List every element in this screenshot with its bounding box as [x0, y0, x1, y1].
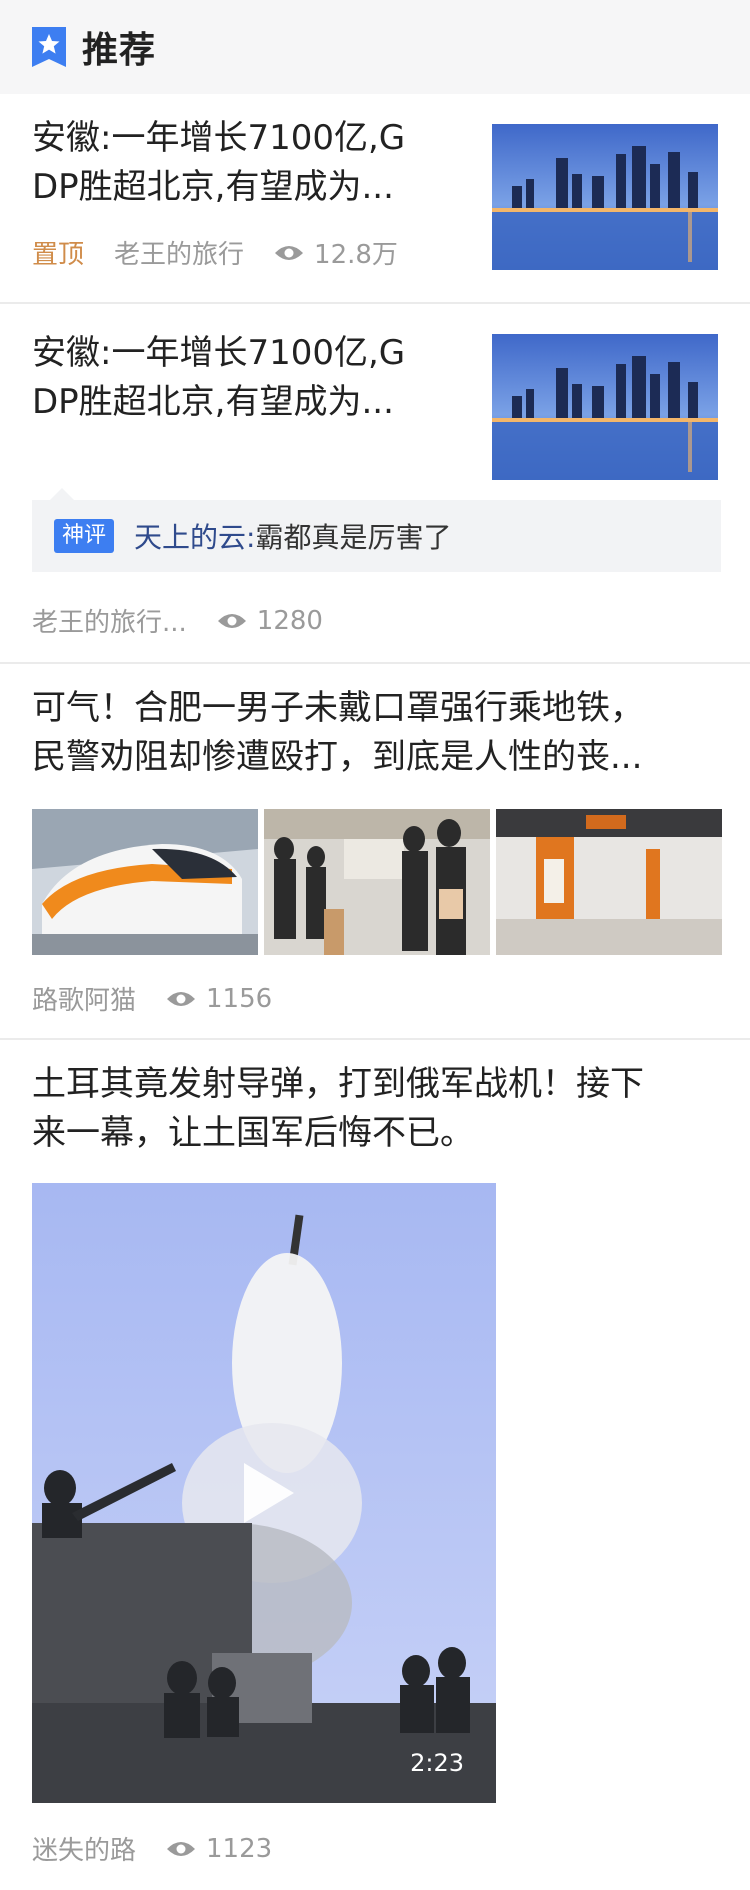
comment-user[interactable]: 天上的云:: [134, 516, 255, 556]
article-card[interactable]: 可气！合肥一男子未戴口罩强行乘地铁， 民警劝阻却惨遭殴打，到底是人性的丧...: [0, 664, 750, 1040]
author-name[interactable]: 老王的旅行...: [32, 602, 187, 639]
hot-comment[interactable]: 神评 天上的云: 霸都真是厉害了: [32, 488, 721, 572]
article-meta: 老王的旅行... 1280: [32, 602, 323, 639]
article-thumbnail[interactable]: [492, 334, 718, 480]
play-icon[interactable]: [244, 1463, 294, 1523]
star-bookmark-icon: [32, 27, 66, 67]
section-header: 推荐: [0, 0, 750, 94]
hot-comment-badge: 神评: [54, 519, 115, 553]
section-title: 推荐: [82, 30, 157, 71]
article-image[interactable]: [32, 809, 258, 955]
article-image[interactable]: [264, 809, 490, 955]
view-count: 1280: [256, 605, 323, 636]
article-thumbnail[interactable]: [492, 124, 718, 270]
eye-icon: [275, 245, 304, 260]
author-name[interactable]: 老王的旅行: [114, 234, 244, 271]
article-image-row: [32, 809, 722, 955]
article-title[interactable]: 安徽:一年增长7100亿,G DP胜超北京,有望成为...: [32, 114, 452, 212]
comment-text: 霸都真是厉害了: [255, 521, 452, 554]
article-meta: 迷失的路 1123: [32, 1830, 272, 1867]
video-duration: 2:23: [410, 1749, 464, 1777]
article-card[interactable]: 安徽:一年增长7100亿,G DP胜超北京,有望成为... 神评 天上的云: 霸…: [0, 304, 750, 664]
pinned-label: 置顶: [32, 240, 85, 270]
article-title[interactable]: 可气！合肥一男子未戴口罩强行乘地铁， 民警劝阻却惨遭殴打，到底是人性的丧...: [32, 684, 722, 782]
article-image[interactable]: [496, 809, 722, 955]
author-name[interactable]: 迷失的路: [32, 1830, 136, 1867]
article-card[interactable]: 安徽:一年增长7100亿,G DP胜超北京,有望成为... 置顶 老王的旅行 1…: [0, 94, 750, 304]
view-count: 1156: [206, 983, 273, 1014]
view-count: 12.8万: [314, 240, 398, 270]
eye-icon: [217, 613, 246, 628]
article-title[interactable]: 安徽:一年增长7100亿,G DP胜超北京,有望成为...: [32, 329, 452, 427]
author-name[interactable]: 路歌阿猫: [32, 980, 136, 1017]
article-card[interactable]: 土耳其竟发射导弹，打到俄军战机！接下 来一幕，让土国军后悔不已。 2:23 迷失…: [0, 1040, 750, 1890]
comment-arrow: [50, 488, 74, 500]
eye-icon: [167, 1841, 196, 1856]
video-player[interactable]: 2:23: [32, 1183, 496, 1803]
article-meta: 路歌阿猫 1156: [32, 980, 272, 1017]
eye-icon: [167, 991, 196, 1006]
article-title[interactable]: 土耳其竟发射导弹，打到俄军战机！接下 来一幕，让土国军后悔不已。: [32, 1060, 722, 1158]
view-count: 1123: [206, 1833, 273, 1864]
article-meta: 置顶 老王的旅行 12.8万: [32, 234, 398, 271]
